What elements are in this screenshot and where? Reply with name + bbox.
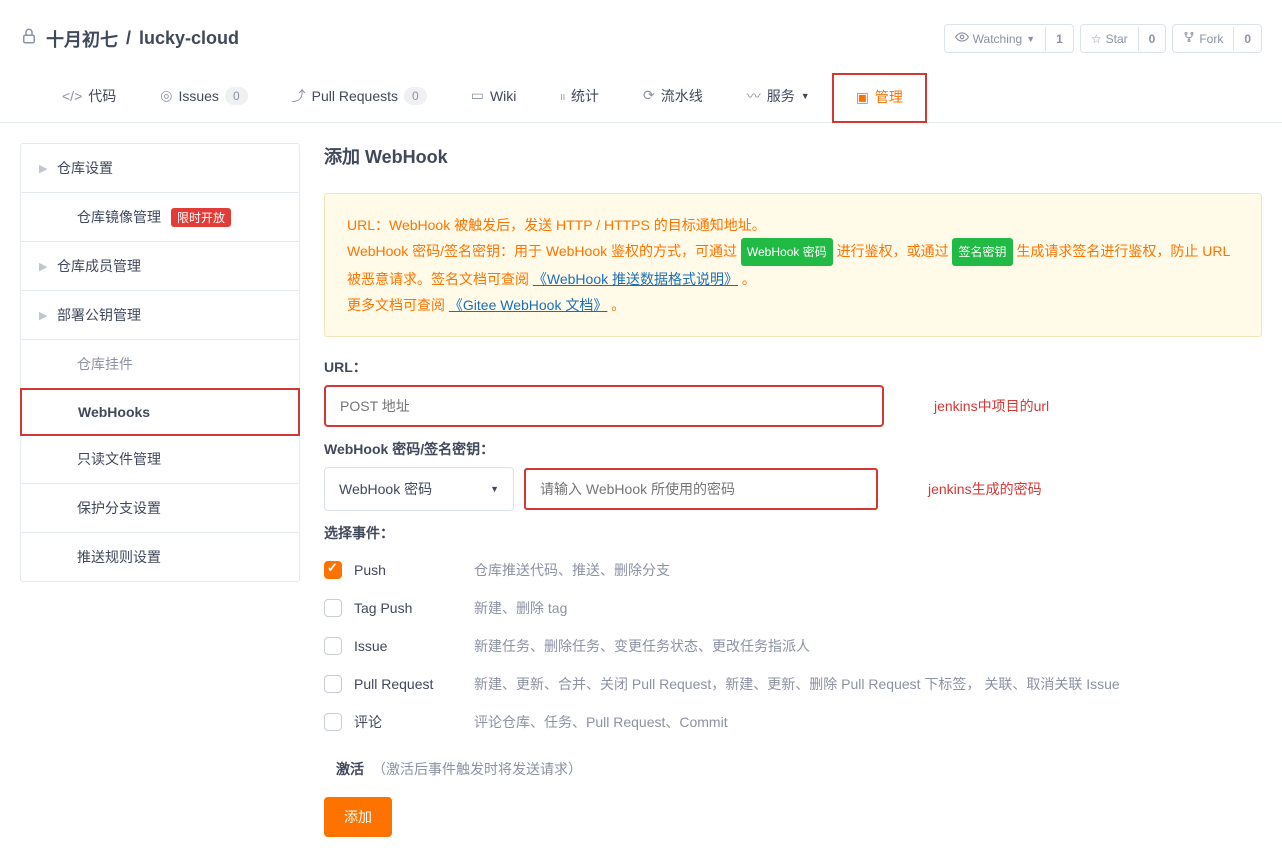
star-icon: ☆ bbox=[1091, 32, 1102, 46]
pr-icon: ⤴ bbox=[292, 86, 306, 106]
sidebar-item-members[interactable]: ▶仓库成员管理 bbox=[21, 242, 299, 291]
star-count: 0 bbox=[1138, 27, 1166, 51]
event-row: Pull Request新建、更新、合并、关闭 Pull Request，新建、… bbox=[324, 665, 1262, 703]
settings-sidebar: ▶仓库设置 仓库镜像管理限时开放 ▶仓库成员管理 ▶部署公钥管理 仓库挂件 We… bbox=[20, 143, 300, 582]
repo-tabs: </>代码 ◎Issues0 ⤴Pull Requests0 ▭Wiki ₗₗ统… bbox=[0, 73, 1282, 123]
event-desc: 新建、删除 tag bbox=[474, 598, 567, 618]
events-list: Push仓库推送代码、推送、删除分支Tag Push新建、删除 tagIssue… bbox=[324, 551, 1262, 741]
event-checkbox[interactable] bbox=[324, 599, 342, 617]
submit-button[interactable]: 添加 bbox=[324, 797, 392, 837]
event-row: Tag Push新建、删除 tag bbox=[324, 589, 1262, 627]
tab-issues[interactable]: ◎Issues0 bbox=[138, 75, 269, 121]
repo-owner[interactable]: 十月初七 bbox=[46, 26, 118, 52]
tab-pipeline[interactable]: ⟳流水线 bbox=[621, 74, 725, 122]
tab-services[interactable]: 〰服务▼ bbox=[725, 74, 832, 122]
chevron-down-icon: ▼ bbox=[801, 91, 810, 101]
event-row: Issue新建任务、删除任务、变更任务状态、更改任务指派人 bbox=[324, 627, 1262, 665]
triangle-right-icon: ▶ bbox=[39, 162, 49, 175]
tab-stats[interactable]: ₗₗ统计 bbox=[538, 74, 621, 122]
page-title: 添加 WebHook bbox=[324, 143, 1262, 169]
event-checkbox[interactable] bbox=[324, 637, 342, 655]
lock-icon bbox=[20, 27, 38, 50]
sidebar-item-deploy-keys[interactable]: ▶部署公钥管理 bbox=[21, 291, 299, 340]
event-name: Pull Request bbox=[354, 676, 474, 692]
activate-row: 激活 （激活后事件触发时将发送请求） bbox=[324, 741, 1262, 791]
webhook-format-link[interactable]: 《WebHook 推送数据格式说明》 bbox=[533, 271, 738, 287]
activate-label: 激活 bbox=[336, 759, 364, 779]
tab-wiki[interactable]: ▭Wiki bbox=[449, 75, 539, 120]
event-desc: 新建任务、删除任务、变更任务状态、更改任务指派人 bbox=[474, 636, 810, 656]
triangle-right-icon: ▶ bbox=[39, 309, 49, 322]
url-label: URL： bbox=[324, 357, 1262, 377]
repo-actions: Watching ▼ 1 ☆ Star 0 Fork 0 bbox=[944, 24, 1262, 53]
tab-admin[interactable]: ▣管理 bbox=[832, 73, 927, 123]
limited-badge: 限时开放 bbox=[171, 208, 231, 227]
event-desc: 新建、更新、合并、关闭 Pull Request，新建、更新、删除 Pull R… bbox=[474, 674, 1120, 694]
chart-icon: ₗₗ bbox=[560, 87, 565, 104]
webhook-password-chip: WebHook 密码 bbox=[741, 238, 833, 266]
sidebar-item-protected[interactable]: 保护分支设置 bbox=[21, 484, 299, 533]
fork-button[interactable]: Fork 0 bbox=[1172, 24, 1262, 53]
event-name: Tag Push bbox=[354, 600, 474, 616]
repo-title: 十月初七 / lucky-cloud bbox=[20, 26, 239, 52]
book-icon: ▭ bbox=[471, 87, 484, 104]
events-label: 选择事件： bbox=[324, 523, 1262, 543]
fork-count: 0 bbox=[1233, 27, 1261, 51]
pipeline-icon: ⟳ bbox=[643, 87, 655, 104]
tab-code[interactable]: </>代码 bbox=[40, 74, 138, 122]
sidebar-item-repo-settings[interactable]: ▶仓库设置 bbox=[21, 144, 299, 193]
content: 添加 WebHook URL：WebHook 被触发后，发送 HTTP / HT… bbox=[324, 143, 1262, 837]
secret-type-select[interactable]: WebHook 密码 ▼ bbox=[324, 467, 514, 511]
secret-annotation: jenkins生成的密码 bbox=[928, 479, 1042, 499]
sidebar-item-readonly[interactable]: 只读文件管理 bbox=[21, 435, 299, 484]
event-name: 评论 bbox=[354, 712, 474, 732]
event-row: 评论评论仓库、任务、Pull Request、Commit bbox=[324, 703, 1262, 741]
secret-label: WebHook 密码/签名密钥： bbox=[324, 439, 1262, 459]
event-checkbox[interactable] bbox=[324, 713, 342, 731]
event-desc: 评论仓库、任务、Pull Request、Commit bbox=[474, 712, 728, 732]
sign-secret-chip: 签名密钥 bbox=[952, 238, 1012, 266]
repo-name[interactable]: lucky-cloud bbox=[139, 28, 239, 49]
star-button[interactable]: ☆ Star 0 bbox=[1080, 24, 1166, 53]
sidebar-item-webhooks[interactable]: WebHooks bbox=[20, 388, 300, 436]
eye-icon bbox=[955, 30, 969, 47]
pulse-icon: 〰 bbox=[747, 86, 761, 106]
chevron-down-icon: ▼ bbox=[490, 484, 499, 494]
fork-icon bbox=[1183, 31, 1195, 46]
issues-icon: ◎ bbox=[160, 87, 172, 104]
watch-count: 1 bbox=[1045, 27, 1073, 51]
url-input[interactable] bbox=[324, 385, 884, 427]
tab-pullrequests[interactable]: ⤴Pull Requests0 bbox=[270, 74, 449, 122]
sidebar-item-plugins[interactable]: 仓库挂件 bbox=[21, 340, 299, 389]
info-box: URL：WebHook 被触发后，发送 HTTP / HTTPS 的目标通知地址… bbox=[324, 193, 1262, 337]
event-row: Push仓库推送代码、推送、删除分支 bbox=[324, 551, 1262, 589]
triangle-right-icon: ▶ bbox=[39, 260, 49, 273]
secret-input[interactable] bbox=[524, 468, 878, 510]
sidebar-item-mirror[interactable]: 仓库镜像管理限时开放 bbox=[21, 193, 299, 242]
gitee-webhook-doc-link[interactable]: 《Gitee WebHook 文档》 bbox=[449, 297, 607, 313]
url-annotation: jenkins中项目的url bbox=[934, 396, 1049, 416]
event-name: Push bbox=[354, 562, 474, 578]
event-name: Issue bbox=[354, 638, 474, 654]
admin-icon: ▣ bbox=[856, 89, 869, 106]
event-desc: 仓库推送代码、推送、删除分支 bbox=[474, 560, 670, 580]
code-icon: </> bbox=[62, 88, 82, 104]
chevron-down-icon: ▼ bbox=[1026, 34, 1035, 44]
watch-button[interactable]: Watching ▼ 1 bbox=[944, 24, 1074, 53]
event-checkbox[interactable] bbox=[324, 561, 342, 579]
sidebar-item-push-rules[interactable]: 推送规则设置 bbox=[21, 533, 299, 581]
activate-hint: （激活后事件触发时将发送请求） bbox=[372, 759, 582, 779]
event-checkbox[interactable] bbox=[324, 675, 342, 693]
